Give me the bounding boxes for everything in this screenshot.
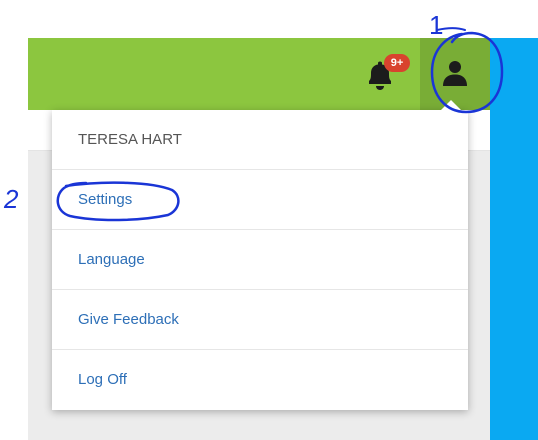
dropdown-caret bbox=[440, 100, 462, 111]
user-dropdown-menu: TERESA HART Settings Language Give Feedb… bbox=[52, 110, 468, 410]
menu-item-give-feedback[interactable]: Give Feedback bbox=[52, 290, 468, 350]
annotation-step-2: 2 bbox=[3, 184, 19, 214]
background-panel bbox=[490, 38, 538, 440]
annotation-step-1-tail bbox=[436, 27, 466, 31]
menu-item-settings[interactable]: Settings bbox=[52, 170, 468, 230]
annotation-step-1: 1 bbox=[429, 10, 443, 40]
menu-item-language[interactable]: Language bbox=[52, 230, 468, 290]
notification-badge: 9+ bbox=[384, 54, 410, 72]
menu-item-log-off[interactable]: Log Off bbox=[52, 350, 468, 410]
user-icon bbox=[443, 61, 467, 86]
user-name-label: TERESA HART bbox=[52, 110, 468, 170]
